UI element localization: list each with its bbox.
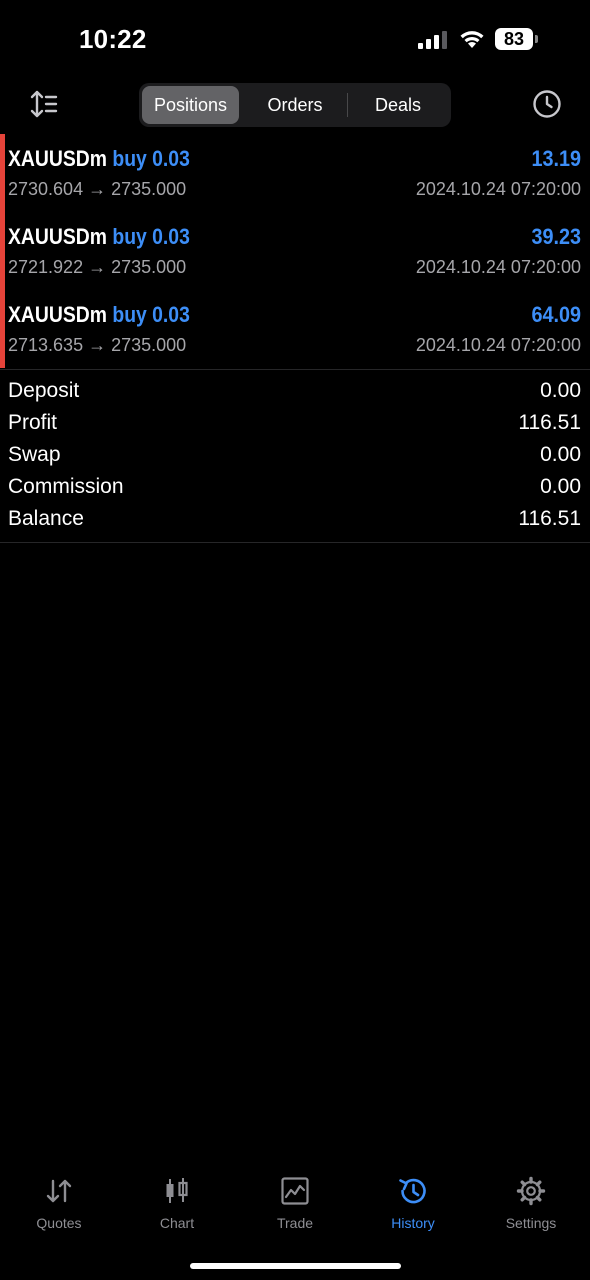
position-time: 2024.10.24 07:20:00: [415, 257, 581, 277]
arrow-icon: →: [88, 179, 107, 199]
position-symbol: XAUUSDm: [8, 224, 107, 249]
summary-label: Deposit: [8, 379, 80, 402]
summary-value: 116.51: [518, 507, 581, 530]
summary-label: Balance: [8, 507, 84, 530]
position-title: XAUUSDm buy 0.03: [8, 302, 190, 328]
sort-icon[interactable]: [28, 88, 60, 120]
tab-history[interactable]: History: [354, 1165, 472, 1235]
status-bar: 10:22 83: [0, 0, 590, 80]
open-price: 2721.922: [8, 257, 84, 277]
home-indicator: [190, 1263, 401, 1269]
tab-label: Quotes: [36, 1215, 82, 1231]
position-side-volume: buy 0.03: [112, 146, 190, 171]
summary-row-commission: Commission 0.00: [0, 473, 590, 505]
segment-orders[interactable]: Orders: [243, 86, 347, 124]
position-profit: 13.19: [531, 146, 581, 171]
battery-level: 83: [495, 28, 533, 50]
summary-row-profit: Profit 116.51: [0, 409, 590, 441]
tab-settings[interactable]: Settings: [472, 1165, 590, 1235]
tab-label: Trade: [276, 1215, 314, 1231]
position-row[interactable]: XAUUSDm buy 0.03 64.09 2713.635 → 2735.0…: [0, 290, 590, 368]
position-side-volume: buy 0.03: [112, 302, 190, 327]
position-profit: 64.09: [531, 302, 581, 327]
summary-value: 0.00: [540, 475, 581, 498]
battery-icon: 83: [495, 28, 539, 51]
clock-icon[interactable]: [531, 88, 563, 120]
tab-quotes[interactable]: Quotes: [0, 1165, 118, 1235]
list-divider: [0, 369, 590, 370]
position-row[interactable]: XAUUSDm buy 0.03 13.19 2730.604 → 2735.0…: [0, 134, 590, 212]
summary-label: Commission: [8, 475, 124, 498]
tab-label: Chart: [159, 1215, 195, 1231]
position-title: XAUUSDm buy 0.03: [8, 146, 190, 172]
settings-icon: [516, 1176, 546, 1206]
summary-value: 116.51: [518, 411, 581, 434]
tab-chart[interactable]: Chart: [118, 1165, 236, 1235]
position-profit: 39.23: [531, 224, 581, 249]
history-icon: [399, 1178, 426, 1204]
status-time: 10:22: [79, 24, 147, 54]
close-price: 2735.000: [111, 179, 187, 199]
summary-value: 0.00: [540, 443, 581, 466]
summary-row-swap: Swap 0.00: [0, 441, 590, 473]
position-time: 2024.10.24 07:20:00: [415, 179, 581, 199]
summary-row-balance: Balance 116.51: [0, 505, 590, 537]
position-prices: 2713.635 → 2735.000: [8, 335, 186, 356]
trade-icon: [281, 1177, 309, 1205]
cellular-signal-icon: [418, 31, 447, 49]
close-price: 2735.000: [111, 335, 187, 355]
summary-label: Swap: [8, 443, 61, 466]
summary-value: 0.00: [540, 379, 581, 402]
position-symbol: XAUUSDm: [8, 302, 107, 327]
summary-divider: [0, 542, 590, 543]
tab-bar: Quotes Chart Trade History Settings: [0, 1165, 590, 1245]
arrow-icon: →: [88, 335, 107, 355]
position-prices: 2730.604 → 2735.000: [8, 179, 186, 200]
close-price: 2735.000: [111, 257, 187, 277]
arrow-icon: →: [88, 257, 107, 277]
history-screen: 10:22 83 Positions Orders Deals XAUUSDm …: [0, 0, 590, 1280]
position-prices: 2721.922 → 2735.000: [8, 257, 186, 278]
chart-icon: [166, 1178, 188, 1203]
history-type-segmented-control: Positions Orders Deals: [139, 83, 451, 127]
position-side-volume: buy 0.03: [112, 224, 190, 249]
position-time: 2024.10.24 07:20:00: [415, 335, 581, 355]
battery-tip: [535, 35, 538, 43]
open-price: 2730.604: [8, 179, 84, 199]
position-title: XAUUSDm buy 0.03: [8, 224, 190, 250]
tab-trade[interactable]: Trade: [236, 1165, 354, 1235]
tab-label: Settings: [505, 1215, 557, 1231]
position-symbol: XAUUSDm: [8, 146, 107, 171]
summary-label: Profit: [8, 411, 58, 434]
position-row[interactable]: XAUUSDm buy 0.03 39.23 2721.922 → 2735.0…: [0, 212, 590, 290]
tab-label: History: [391, 1215, 435, 1231]
summary-row-deposit: Deposit 0.00: [0, 377, 590, 409]
quotes-icon: [46, 1179, 72, 1203]
wifi-icon: [460, 31, 484, 48]
segment-deals[interactable]: Deals: [348, 86, 448, 124]
segment-positions[interactable]: Positions: [142, 86, 239, 124]
open-price: 2713.635: [8, 335, 84, 355]
